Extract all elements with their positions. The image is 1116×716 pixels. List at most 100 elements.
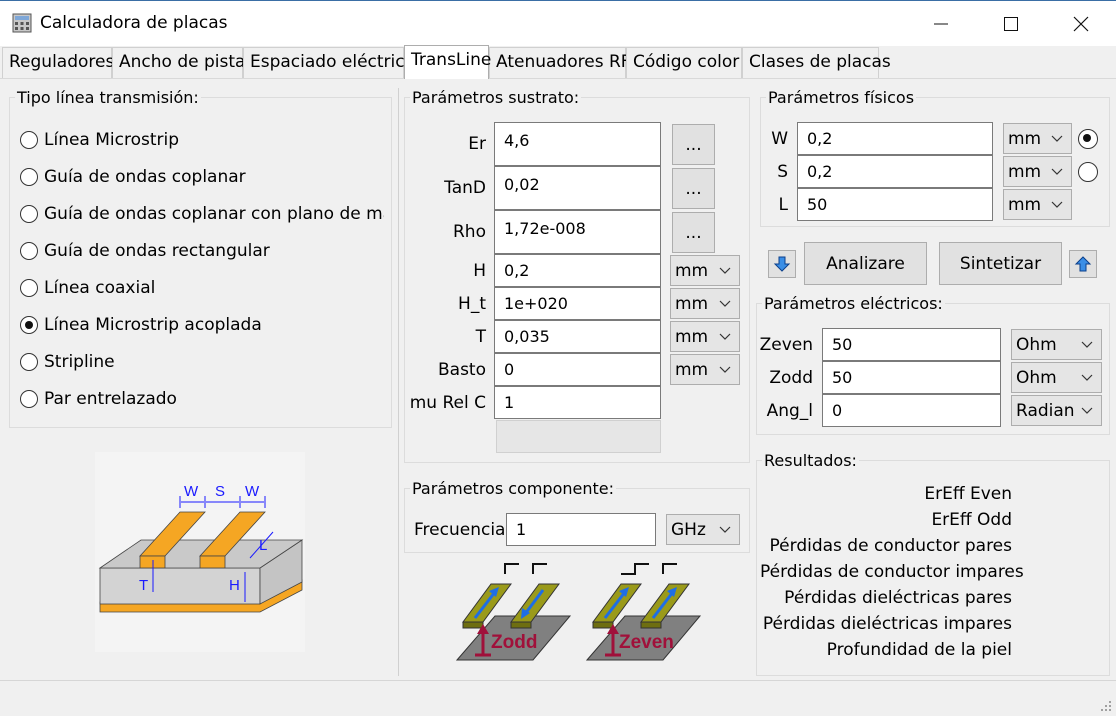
close-button[interactable] [1046, 1, 1116, 47]
radio-circle-selected [20, 316, 38, 334]
close-icon [1073, 16, 1089, 32]
tand-label: TanD [444, 178, 486, 198]
rho-label: Rho [453, 222, 486, 242]
result-conductor-loss-odd: Pérdidas de conductor impares [760, 562, 1024, 582]
zodd-label: Zodd [491, 632, 537, 653]
zeven-unit-select[interactable]: Ohm [1011, 329, 1102, 360]
rho-browse-button[interactable]: ... [672, 212, 715, 253]
er-browse-button[interactable]: ... [672, 124, 715, 165]
resize-grip-icon[interactable] [1100, 700, 1112, 712]
radio-twisted-pair[interactable]: Par entrelazado [18, 389, 388, 411]
l-label: L [778, 195, 788, 215]
ht-input[interactable]: 1e+020 [494, 287, 661, 320]
frequency-unit-value: GHz [671, 520, 706, 540]
er-input[interactable]: 4,6 [494, 122, 661, 166]
l-unit-value: mm [1008, 195, 1042, 215]
t-input[interactable]: 0,035 [494, 320, 661, 353]
tab-espaciado-electrico[interactable]: Espaciado eléctrico [243, 47, 415, 78]
murelc-input[interactable]: 1 [494, 386, 661, 419]
radio-coupled-microstrip[interactable]: Línea Microstrip acoplada [18, 315, 388, 337]
tab-ancho-de-pista[interactable]: Ancho de pista [112, 47, 245, 78]
tab-atenuadores-rf[interactable]: Atenuadores RF [489, 47, 631, 78]
angl-unit-select[interactable]: Radian [1011, 395, 1102, 426]
radio-grounded-coplanar-waveguide[interactable]: Guía de ondas coplanar con plano de masa [18, 204, 384, 226]
calculator-app-icon [12, 13, 32, 33]
chevron-down-icon [1081, 374, 1093, 381]
coupled-microstrip-diagram: W S W L T H [95, 452, 305, 652]
frequency-input[interactable]: 1 [506, 513, 656, 546]
radio-coaxial-line[interactable]: Línea coaxial [18, 278, 388, 300]
radio-rectangular-waveguide[interactable]: Guía de ondas rectangular [18, 241, 388, 263]
radio-circle [20, 168, 38, 186]
even-mode-diagram: Zeven [585, 563, 702, 661]
column-separator [398, 88, 399, 676]
w-unit-select[interactable]: mm [1003, 123, 1072, 154]
ht-unit-select[interactable]: mm [670, 288, 740, 319]
maximize-button[interactable] [976, 1, 1046, 47]
zodd-input[interactable]: 50 [822, 361, 1001, 394]
h-unit-value: mm [675, 261, 709, 281]
result-ereff-even: ErEff Even [924, 484, 1012, 504]
murelc-label: mu Rel C [409, 393, 486, 413]
result-dielectric-loss-odd: Pérdidas dieléctricas impares [762, 614, 1012, 634]
rho-input[interactable]: 1,72e-008 [494, 210, 661, 254]
analyze-arrow-button[interactable] [768, 250, 796, 278]
frequency-unit-select[interactable]: GHz [666, 514, 740, 545]
l-input[interactable]: 50 [797, 188, 993, 221]
tand-input[interactable]: 0,02 [494, 166, 661, 210]
w-unit-value: mm [1008, 129, 1042, 149]
tab-codigo-color[interactable]: Código color [626, 47, 742, 78]
synthesize-button[interactable]: Sintetizar [939, 242, 1062, 285]
w-input[interactable]: 0,2 [797, 122, 993, 155]
chevron-down-icon [1051, 135, 1063, 142]
result-skin-depth: Profundidad de la piel [826, 640, 1012, 660]
tab-transline[interactable]: TransLine [404, 45, 491, 79]
h-label: H [473, 261, 486, 281]
radio-label: Guía de ondas rectangular [44, 241, 270, 261]
dim-w1-label: W [184, 483, 199, 500]
synthesize-arrow-button[interactable] [1069, 250, 1097, 278]
s-synth-radio[interactable] [1078, 162, 1098, 182]
s-input[interactable]: 0,2 [797, 155, 993, 188]
s-unit-select[interactable]: mm [1003, 156, 1072, 187]
radio-label: Línea coaxial [44, 278, 156, 298]
dim-s-label: S [215, 483, 225, 500]
minimize-button[interactable] [906, 1, 976, 47]
radio-line-microstrip[interactable]: Línea Microstrip [18, 130, 388, 152]
chevron-down-icon [1051, 201, 1063, 208]
l-unit-select[interactable]: mm [1003, 189, 1072, 220]
result-ereff-odd: ErEff Odd [931, 510, 1012, 530]
w-synth-radio[interactable] [1078, 129, 1098, 149]
analyze-button[interactable]: Analizare [804, 242, 927, 285]
basto-input[interactable]: 0 [494, 353, 661, 386]
odd-mode-diagram: Zodd [455, 563, 572, 661]
radio-circle [20, 205, 38, 223]
er-label: Er [468, 134, 486, 154]
basto-unit-select[interactable]: mm [670, 354, 740, 385]
radio-label: Línea Microstrip acoplada [44, 315, 262, 335]
dim-w2-label: W [245, 483, 260, 500]
radio-stripline[interactable]: Stripline [18, 352, 388, 374]
tab-reguladores[interactable]: Reguladores [2, 47, 114, 78]
tab-clases-de-placas[interactable]: Clases de placas [742, 47, 891, 78]
arrow-down-icon [773, 256, 791, 272]
t-unit-select[interactable]: mm [670, 321, 740, 352]
ht-unit-value: mm [675, 294, 709, 314]
radio-coplanar-waveguide[interactable]: Guía de ondas coplanar [18, 167, 388, 189]
zeven-input[interactable]: 50 [822, 328, 1001, 361]
angl-input[interactable]: 0 [822, 394, 1001, 427]
title-bar: Calculadora de placas [0, 0, 1116, 46]
radio-circle [20, 390, 38, 408]
disabled-input [496, 420, 661, 453]
basto-unit-value: mm [675, 360, 709, 380]
t-label: T [475, 327, 486, 347]
maximize-icon [1004, 17, 1018, 31]
radio-label: Par entrelazado [44, 389, 177, 409]
h-input[interactable]: 0,2 [494, 254, 661, 287]
h-unit-select[interactable]: mm [670, 255, 740, 286]
dim-h-label: H [229, 577, 240, 594]
tand-browse-button[interactable]: ... [672, 168, 715, 209]
zodd-unit-select[interactable]: Ohm [1011, 362, 1102, 393]
chevron-down-icon [1081, 341, 1093, 348]
chevron-down-icon [1051, 168, 1063, 175]
